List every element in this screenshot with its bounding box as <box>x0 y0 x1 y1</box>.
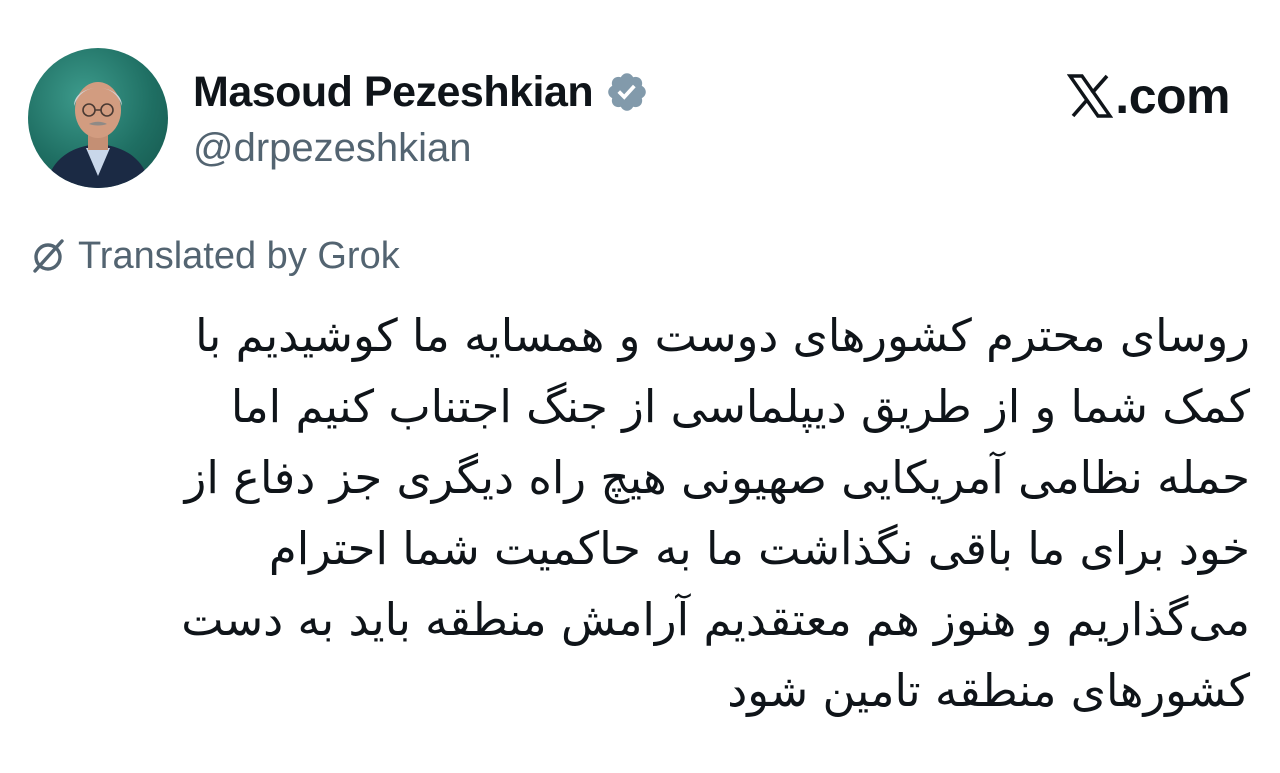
x-logo-icon <box>1067 74 1114 118</box>
translation-notice[interactable]: Translated by Grok <box>28 232 400 280</box>
tweet-text: روسای محترم کشورهای دوست و همسایه ما کوش… <box>40 300 1250 726</box>
author-name[interactable]: Masoud Pezeshkian <box>193 68 594 117</box>
tweet-line: روسای محترم کشورهای دوست و همسایه ما کوش… <box>195 309 1250 362</box>
avatar[interactable] <box>28 48 168 188</box>
tweet-line: می‌گذاریم و هنوز هم معتقدیم آرامش منطقه … <box>181 593 1250 646</box>
translation-label: Translated by Grok <box>78 234 400 277</box>
verified-badge-icon[interactable] <box>605 70 649 114</box>
avatar-portrait <box>46 82 150 188</box>
tweet-line: حمله نظامی آمریکایی صهیونی هیچ راه دیگری… <box>184 451 1250 504</box>
x-brand-text: .com <box>1115 68 1230 124</box>
tweet-card: Masoud Pezeshkian @drpezeshkian .com Tra <box>0 0 1280 773</box>
tweet-line: کشورهای منطقه تامین شود <box>727 664 1250 717</box>
author-name-row: Masoud Pezeshkian <box>193 64 649 120</box>
tweet-line: خود برای ما باقی نگذاشت ما به حاکمیت شما… <box>268 522 1250 575</box>
x-brand: .com <box>1067 66 1230 126</box>
grok-icon <box>28 236 68 276</box>
tweet-line: کمک شما و از طریق دیپلماسی از جنگ اجتناب… <box>230 380 1250 433</box>
author-handle[interactable]: @drpezeshkian <box>193 126 472 171</box>
